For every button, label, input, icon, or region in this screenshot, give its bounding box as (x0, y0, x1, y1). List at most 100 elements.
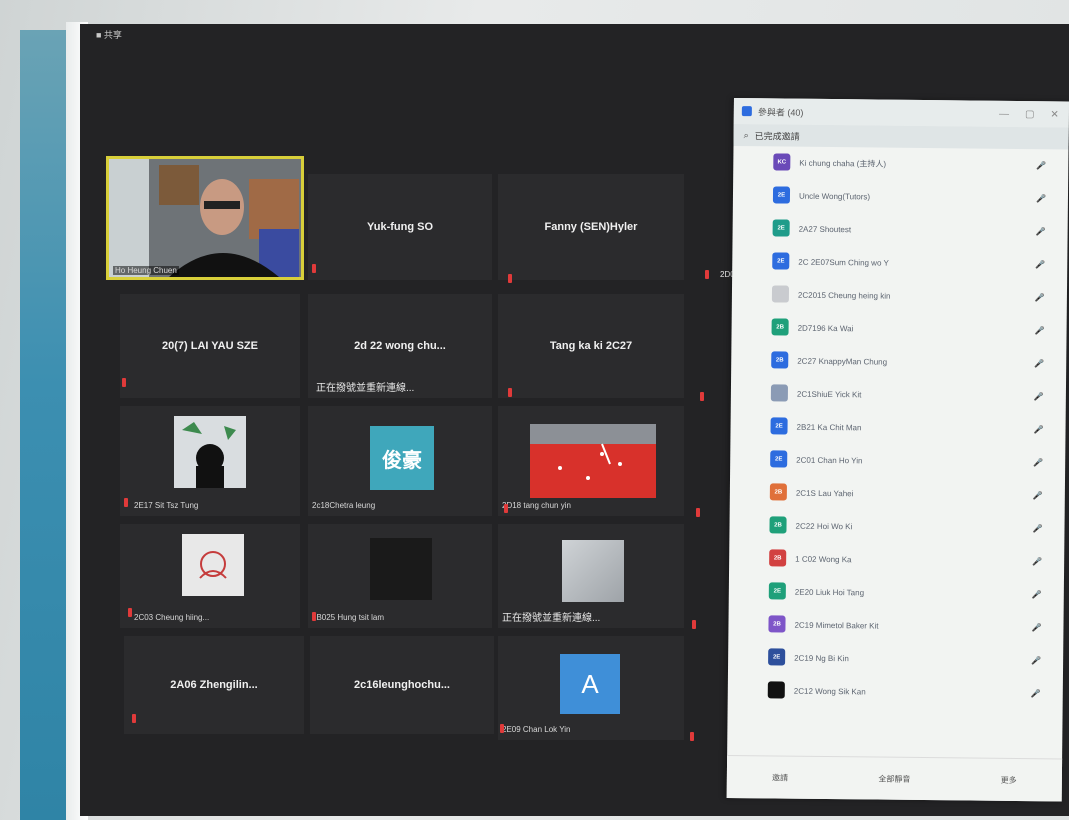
muted-mic-icon: 🎤 (1036, 161, 1047, 171)
tile-name: 2A06 Zhengilin... (170, 679, 258, 691)
tile-caption: 2E17 Sit Tsz Tung (134, 501, 199, 510)
tile-name: 2c16leunghochu... (354, 679, 450, 691)
participants-panel: 參與者 (40) — ▢ ✕ ⌕ 已完成邀請 KC Ki chung chaha … (726, 98, 1069, 802)
muted-mic-icon: 🎤 (1031, 656, 1042, 666)
participant-avatar: 2E (772, 252, 790, 270)
video-tile-active-speaker[interactable]: Ho Heung Chuen (106, 156, 304, 280)
participant-row[interactable]: 2B 2C19 Mimetol Baker Kit 🎤 (728, 608, 1063, 645)
video-tile[interactable]: 2c16leunghochu... (310, 636, 494, 734)
participant-row[interactable]: 2E 2C 2E07Sum Ching wo Y 🎤 (732, 245, 1067, 282)
invite-button[interactable]: 邀請 (772, 772, 788, 783)
participant-avatar: 2E (768, 582, 786, 600)
muted-mic-icon (696, 508, 700, 517)
video-tile[interactable]: 2D18 tang chun yin (498, 406, 684, 516)
participant-name: 2C01 Chan Ho Yin (796, 455, 863, 466)
tile-name: 2d 22 wong chu... (354, 340, 446, 352)
video-tile[interactable]: 正在撥號並重新連線... (498, 524, 684, 628)
muted-mic-icon: 🎤 (1032, 524, 1043, 534)
minimize-icon[interactable]: — (999, 108, 1009, 119)
participant-row[interactable]: 2E 2E20 Liuk Hoi Tang 🎤 (729, 575, 1064, 612)
participant-row[interactable]: 2E Uncle Wong(Tutors) 🎤 (733, 179, 1068, 216)
muted-mic-icon: 🎤 (1030, 689, 1041, 699)
participant-name: 2B21 Ka Chit Man (796, 422, 862, 433)
letter-avatar: A (560, 654, 620, 714)
participant-avatar: 2B (769, 516, 787, 534)
profile-image-red (530, 424, 656, 498)
participant-row[interactable]: 2C12 Wong Sik Kan 🎤 (728, 674, 1063, 711)
video-tile[interactable]: 2d 22 wong chu... 正在撥號並重新連線... (308, 294, 492, 398)
maximize-icon[interactable]: ▢ (1025, 109, 1035, 120)
participant-row[interactable]: KC Ki chung chaha (主持人) 🎤 (733, 146, 1068, 183)
video-tile[interactable]: Yuk-fung SO (308, 174, 492, 280)
muted-mic-icon: 🎤 (1032, 557, 1043, 567)
reconnecting-caption: 正在撥號並重新連線... (316, 383, 415, 394)
participant-avatar: 2B (768, 615, 786, 633)
muted-mic-icon (508, 274, 512, 283)
zoom-logo-icon (741, 106, 752, 117)
participant-name: 2E20 Liuk Hoi Tang (794, 587, 865, 598)
participant-avatar: 2E (770, 450, 788, 468)
participant-name: 2C1S Lau Yahei (795, 488, 854, 499)
muted-mic-icon: 🎤 (1031, 623, 1042, 633)
video-tile[interactable]: A 2E09 Chan Lok Yin (498, 636, 684, 740)
speaker-video-frame (109, 159, 301, 277)
muted-mic-icon (692, 620, 696, 629)
participant-row[interactable]: 2B 2C27 KnappyMan Chung 🎤 (731, 344, 1066, 381)
reconnecting-caption: 正在撥號並重新連線... (502, 613, 601, 624)
video-tile[interactable]: Fanny (SEN)Hyler (498, 174, 684, 280)
profile-avatar (182, 534, 244, 596)
participant-avatar: 2E (772, 219, 790, 237)
gray-avatar (562, 540, 624, 602)
window-controls: — ▢ ✕ (999, 108, 1069, 120)
tile-name: 20(7) LAI YAU SZE (162, 340, 258, 352)
participant-row[interactable]: 2E 2C19 Ng Bi Kin 🎤 (728, 641, 1063, 678)
close-icon[interactable]: ✕ (1050, 109, 1059, 120)
participant-row[interactable]: 2E 2B21 Ka Chit Man 🎤 (730, 410, 1065, 447)
muted-mic-icon (312, 264, 316, 273)
video-tile[interactable]: Tang ka ki 2C27 (498, 294, 684, 398)
participant-name: 2D7196 Ka Wai (797, 323, 854, 334)
muted-mic-icon: 🎤 (1031, 590, 1042, 600)
tile-name: Yuk-fung SO (367, 221, 433, 233)
participant-row[interactable]: 2C1ShiuE Yick Kit 🎤 (731, 377, 1066, 414)
muted-mic-icon (124, 498, 128, 507)
panel-titlebar: 參與者 (40) — ▢ ✕ (733, 98, 1069, 128)
mute-all-button[interactable]: 全部靜音 (878, 773, 910, 784)
muted-mic-icon: 🎤 (1033, 425, 1044, 435)
muted-mic-icon (128, 608, 132, 617)
video-tile[interactable]: 俊豪 2c18Chetra leung (308, 406, 492, 516)
muted-mic-icon (705, 270, 709, 279)
participant-row[interactable]: 2B 1 C02 Wong Ka 🎤 (729, 542, 1064, 579)
muted-mic-icon (700, 392, 704, 401)
participant-avatar: 2B (771, 351, 789, 369)
more-button[interactable]: 更多 (1001, 774, 1017, 785)
muted-mic-icon: 🎤 (1033, 458, 1044, 468)
participant-avatar: 2B (769, 483, 787, 501)
participant-row[interactable]: 2B 2C1S Lau Yahei 🎤 (730, 476, 1065, 513)
participant-name: 2A27 Shoutest (798, 224, 852, 235)
participant-row[interactable]: 2E 2C01 Chan Ho Yin 🎤 (730, 443, 1065, 480)
muted-mic-icon: 🎤 (1034, 359, 1045, 369)
video-tile[interactable]: 2B025 Hung tsit lam (308, 524, 492, 628)
participant-row[interactable]: 2C2015 Cheung heing kin 🎤 (732, 278, 1067, 315)
participant-row[interactable]: 2B 2D7196 Ka Wai 🎤 (731, 311, 1066, 348)
video-tile[interactable]: 2E17 Sit Tsz Tung (120, 406, 300, 516)
muted-mic-icon: 🎤 (1035, 194, 1047, 204)
participant-name: 2C22 Hoi Wo Ki (795, 521, 853, 532)
muted-mic-icon: 🎤 (1034, 326, 1045, 336)
participant-avatar: 2E (770, 417, 788, 435)
video-tile[interactable]: 2A06 Zhengilin... (124, 636, 304, 734)
muted-mic-icon (132, 714, 136, 723)
panel-footer: 邀請 全部靜音 更多 (726, 754, 1063, 802)
participant-row[interactable]: 2E 2A27 Shoutest 🎤 (732, 212, 1067, 249)
tile-caption: 2C03 Cheung hiing... (134, 613, 210, 622)
participant-list: KC Ki chung chaha (主持人) 🎤 2E Uncle Wong(Tuto… (728, 146, 1069, 710)
participant-name: 2C27 KnappyMan Chung (797, 356, 888, 367)
avatar-letter: A (581, 668, 599, 699)
video-tile[interactable]: 20(7) LAI YAU SZE (120, 294, 300, 398)
participant-name: 1 C02 Wong Ka (795, 554, 852, 565)
participant-row[interactable]: 2B 2C22 Hoi Wo Ki 🎤 (729, 509, 1064, 546)
video-tile[interactable]: 2C03 Cheung hiing... (120, 524, 300, 628)
muted-mic-icon (508, 388, 512, 397)
muted-mic-icon (312, 612, 316, 621)
